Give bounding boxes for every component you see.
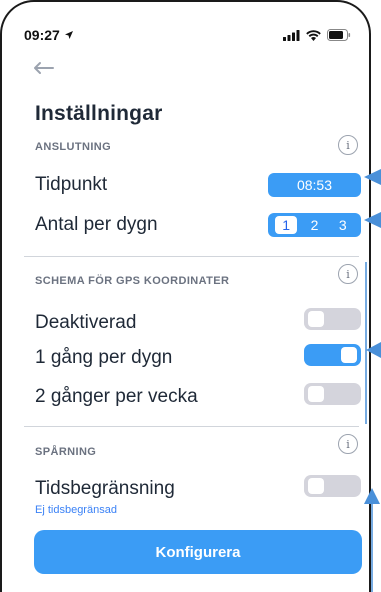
info-icon[interactable]: i — [338, 264, 358, 284]
deaktiverad-toggle[interactable] — [304, 308, 361, 330]
tidpunkt-label: Tidpunkt — [35, 174, 108, 195]
status-time: 09:27 — [24, 27, 60, 43]
location-arrow-icon — [64, 31, 73, 39]
section-header-sparning: SPÅRNING — [35, 446, 97, 458]
toggle-knob — [308, 478, 324, 494]
tva-ganger-per-vecka-toggle[interactable] — [304, 383, 361, 405]
segment-option-3[interactable]: 3 — [332, 216, 354, 234]
status-bar: 09:27 — [24, 24, 351, 46]
toggle-knob — [308, 386, 324, 402]
antal-per-dygn-label: Antal per dygn — [35, 214, 158, 235]
battery-icon — [327, 29, 351, 41]
status-icons — [283, 29, 351, 41]
segment-option-1[interactable]: 1 — [275, 216, 298, 234]
section-header-schema: SCHEMA FÖR GPS KOORDINATER — [35, 275, 230, 287]
signal-icon — [283, 29, 300, 41]
tidsbegransning-sub-link[interactable]: Ej tidsbegränsad — [35, 504, 117, 516]
divider — [24, 426, 359, 427]
status-time-group: 09:27 — [24, 27, 74, 43]
back-arrow-icon[interactable] — [32, 60, 54, 76]
toggle-knob — [341, 347, 357, 363]
tidsbegransning-toggle[interactable] — [304, 475, 361, 497]
section-header-anslutning: ANSLUTNING — [35, 141, 112, 153]
tidsbegransning-label: Tidsbegränsning — [35, 478, 175, 499]
configure-button[interactable]: Konfigurera — [34, 530, 362, 574]
wifi-icon — [306, 29, 321, 41]
antal-per-dygn-segmented[interactable]: 1 2 3 — [268, 213, 361, 237]
schema-item-label: Deaktiverad — [35, 312, 137, 333]
page-title: Inställningar — [35, 102, 163, 125]
en-gang-per-dygn-toggle[interactable] — [304, 344, 361, 366]
info-icon[interactable]: i — [338, 434, 358, 454]
tidpunkt-time-field[interactable]: 08:53 — [268, 173, 361, 197]
toggle-knob — [308, 311, 324, 327]
schema-item-label: 2 gånger per vecka — [35, 386, 198, 407]
divider — [24, 256, 359, 257]
phone-frame: 09:27 Inställningar ANSLUTNING i Tidpunk… — [0, 0, 371, 592]
segment-option-2[interactable]: 2 — [303, 216, 325, 234]
info-icon[interactable]: i — [338, 135, 358, 155]
schema-item-label: 1 gång per dygn — [35, 347, 173, 368]
